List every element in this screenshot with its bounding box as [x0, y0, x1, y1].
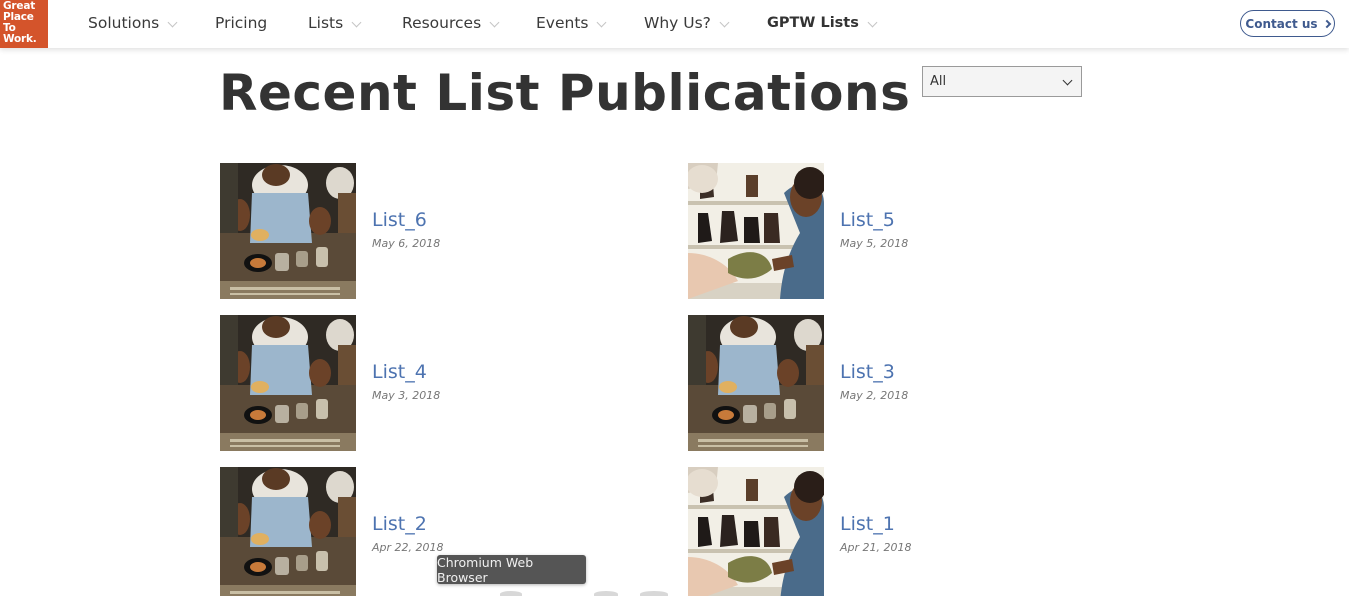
nav-item-lists[interactable]: Lists: [308, 12, 362, 34]
list-card[interactable]: List_3 May 2, 2018: [688, 315, 1088, 451]
nav-item-solutions[interactable]: Solutions: [88, 12, 178, 34]
nav-item-label: GPTW Lists: [767, 15, 859, 31]
list-card[interactable]: List_4 May 3, 2018: [220, 315, 620, 451]
list-date: Apr 22, 2018: [372, 541, 444, 554]
top-navigation: Great Place To Work. Solutions Pricing L…: [0, 0, 1349, 48]
brand-logo[interactable]: Great Place To Work.: [0, 0, 48, 48]
contact-us-label: Contact us: [1245, 16, 1318, 31]
list-card[interactable]: List_5 May 5, 2018: [688, 163, 1088, 299]
list-title-link[interactable]: List_6: [372, 209, 427, 231]
list-date: May 5, 2018: [840, 237, 909, 250]
list-card[interactable]: List_1 Apr 21, 2018: [688, 467, 1088, 596]
list-title-link[interactable]: List_4: [372, 361, 427, 383]
contact-us-button[interactable]: Contact us: [1240, 10, 1335, 37]
nav-item-gptw-lists[interactable]: GPTW Lists: [767, 12, 878, 34]
nav-item-label: Lists: [308, 14, 344, 32]
page-title: Recent List Publications: [219, 64, 911, 122]
tooltip: Chromium Web Browser: [437, 555, 586, 585]
list-date: May 6, 2018: [372, 237, 441, 250]
list-title-link[interactable]: List_3: [840, 361, 895, 383]
list-thumbnail[interactable]: [220, 163, 356, 299]
nav-item-why-us[interactable]: Why Us?: [644, 12, 730, 34]
nav-item-pricing[interactable]: Pricing: [215, 12, 267, 34]
chevron-down-icon: [1062, 75, 1073, 86]
chevron-down-icon: [167, 17, 178, 27]
chevron-down-icon: [867, 17, 878, 27]
loading-indicator: [594, 591, 618, 596]
nav-item-events[interactable]: Events: [536, 12, 607, 34]
loading-indicator: [640, 591, 668, 596]
list-thumbnail[interactable]: [688, 163, 824, 299]
chevron-right-icon: [1322, 19, 1331, 28]
list-filter-select[interactable]: All: [922, 66, 1082, 97]
list-title-link[interactable]: List_2: [372, 513, 427, 535]
chevron-down-icon: [597, 17, 607, 27]
list-thumbnail[interactable]: [688, 467, 824, 596]
list-date: Apr 21, 2018: [840, 541, 912, 554]
nav-item-label: Pricing: [215, 14, 268, 32]
nav-item-label: Resources: [402, 14, 482, 32]
list-card[interactable]: List_6 May 6, 2018: [220, 163, 620, 299]
list-title-link[interactable]: List_5: [840, 209, 895, 231]
list-thumbnail[interactable]: [220, 467, 356, 596]
list-date: May 2, 2018: [840, 389, 909, 402]
chevron-down-icon: [719, 17, 730, 27]
filter-selected-value: All: [930, 74, 947, 89]
list-title-link[interactable]: List_1: [840, 513, 895, 535]
list-date: May 3, 2018: [372, 389, 441, 402]
nav-item-label: Why Us?: [644, 14, 711, 32]
chevron-down-icon: [351, 17, 362, 27]
logo-line: Work.: [3, 33, 37, 45]
nav-item-label: Events: [536, 14, 589, 32]
list-thumbnail[interactable]: [688, 315, 824, 451]
nav-item-label: Solutions: [88, 14, 160, 32]
loading-indicator: [500, 591, 522, 596]
list-thumbnail[interactable]: [220, 315, 356, 451]
chevron-down-icon: [489, 17, 500, 27]
nav-item-resources[interactable]: Resources: [402, 12, 500, 34]
